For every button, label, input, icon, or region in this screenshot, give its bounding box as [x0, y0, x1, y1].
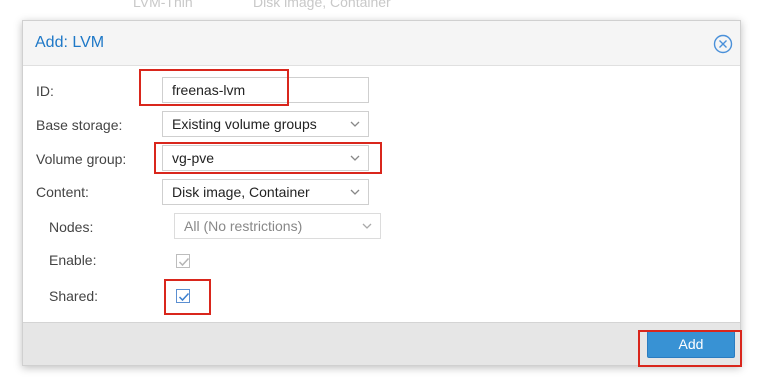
nodes-value: All (No restrictions)	[184, 218, 303, 234]
highlight-shared	[164, 279, 211, 315]
checkmark-icon	[178, 257, 190, 267]
highlight-volume-group	[154, 142, 382, 174]
chevron-down-icon	[350, 189, 360, 195]
base-storage-label: Base storage:	[36, 117, 123, 133]
enable-checkbox[interactable]	[176, 254, 190, 268]
volume-group-label: Volume group:	[36, 151, 127, 167]
content-label: Content:	[36, 184, 89, 200]
shared-label: Shared:	[49, 288, 99, 304]
add-lvm-dialog: Add: LVM ID: freenas-lvm Base storage: E…	[22, 20, 742, 367]
dialog-body: ID: freenas-lvm Base storage: Existing v…	[23, 66, 740, 324]
highlight-id	[139, 69, 289, 106]
nodes-select[interactable]: All (No restrictions)	[174, 213, 381, 239]
content-value: Disk image, Container	[172, 184, 310, 200]
dialog-title: Add: LVM	[35, 34, 105, 51]
background-row: LVM-Thin Disk image, Container	[0, 0, 773, 16]
base-storage-select[interactable]: Existing volume groups	[162, 111, 369, 137]
enable-label: Enable:	[49, 252, 97, 268]
chevron-down-icon	[362, 223, 372, 229]
background-content: Disk image, Container	[253, 0, 391, 10]
base-storage-value: Existing volume groups	[172, 116, 317, 132]
dialog-header: Add: LVM	[23, 21, 740, 66]
content-select[interactable]: Disk image, Container	[162, 179, 369, 205]
close-icon[interactable]	[713, 34, 733, 54]
id-label: ID:	[36, 83, 54, 99]
dialog-footer: Add	[23, 322, 740, 365]
highlight-add	[638, 330, 742, 367]
background-storage-type: LVM-Thin	[133, 0, 193, 10]
nodes-label: Nodes:	[49, 219, 94, 235]
chevron-down-icon	[350, 121, 360, 127]
